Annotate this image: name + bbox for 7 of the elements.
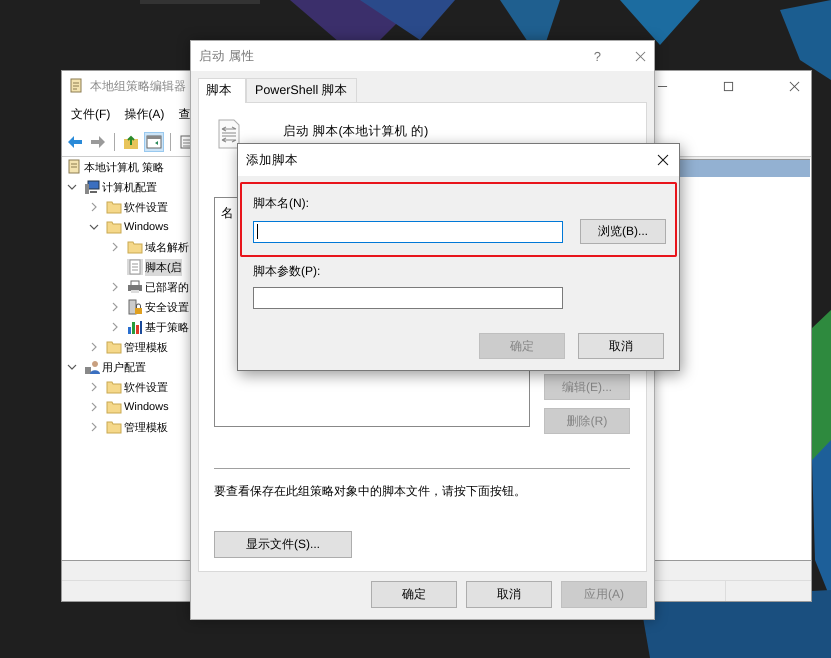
field-label: 脚本参数(P): — [253, 263, 322, 280]
dialog-title: 启动 属性 — [199, 48, 254, 64]
window-title: 本地组策略编辑器 — [90, 78, 186, 94]
hint-text: 要查看保存在此组策略对象中的脚本文件，请按下面按钮。 — [214, 483, 527, 500]
section-heading: 启动 脚本(本地计算机 的) — [283, 123, 428, 140]
field-label: 脚本名(N): — [253, 195, 310, 212]
dialog-title: 添加脚本 — [246, 152, 298, 168]
